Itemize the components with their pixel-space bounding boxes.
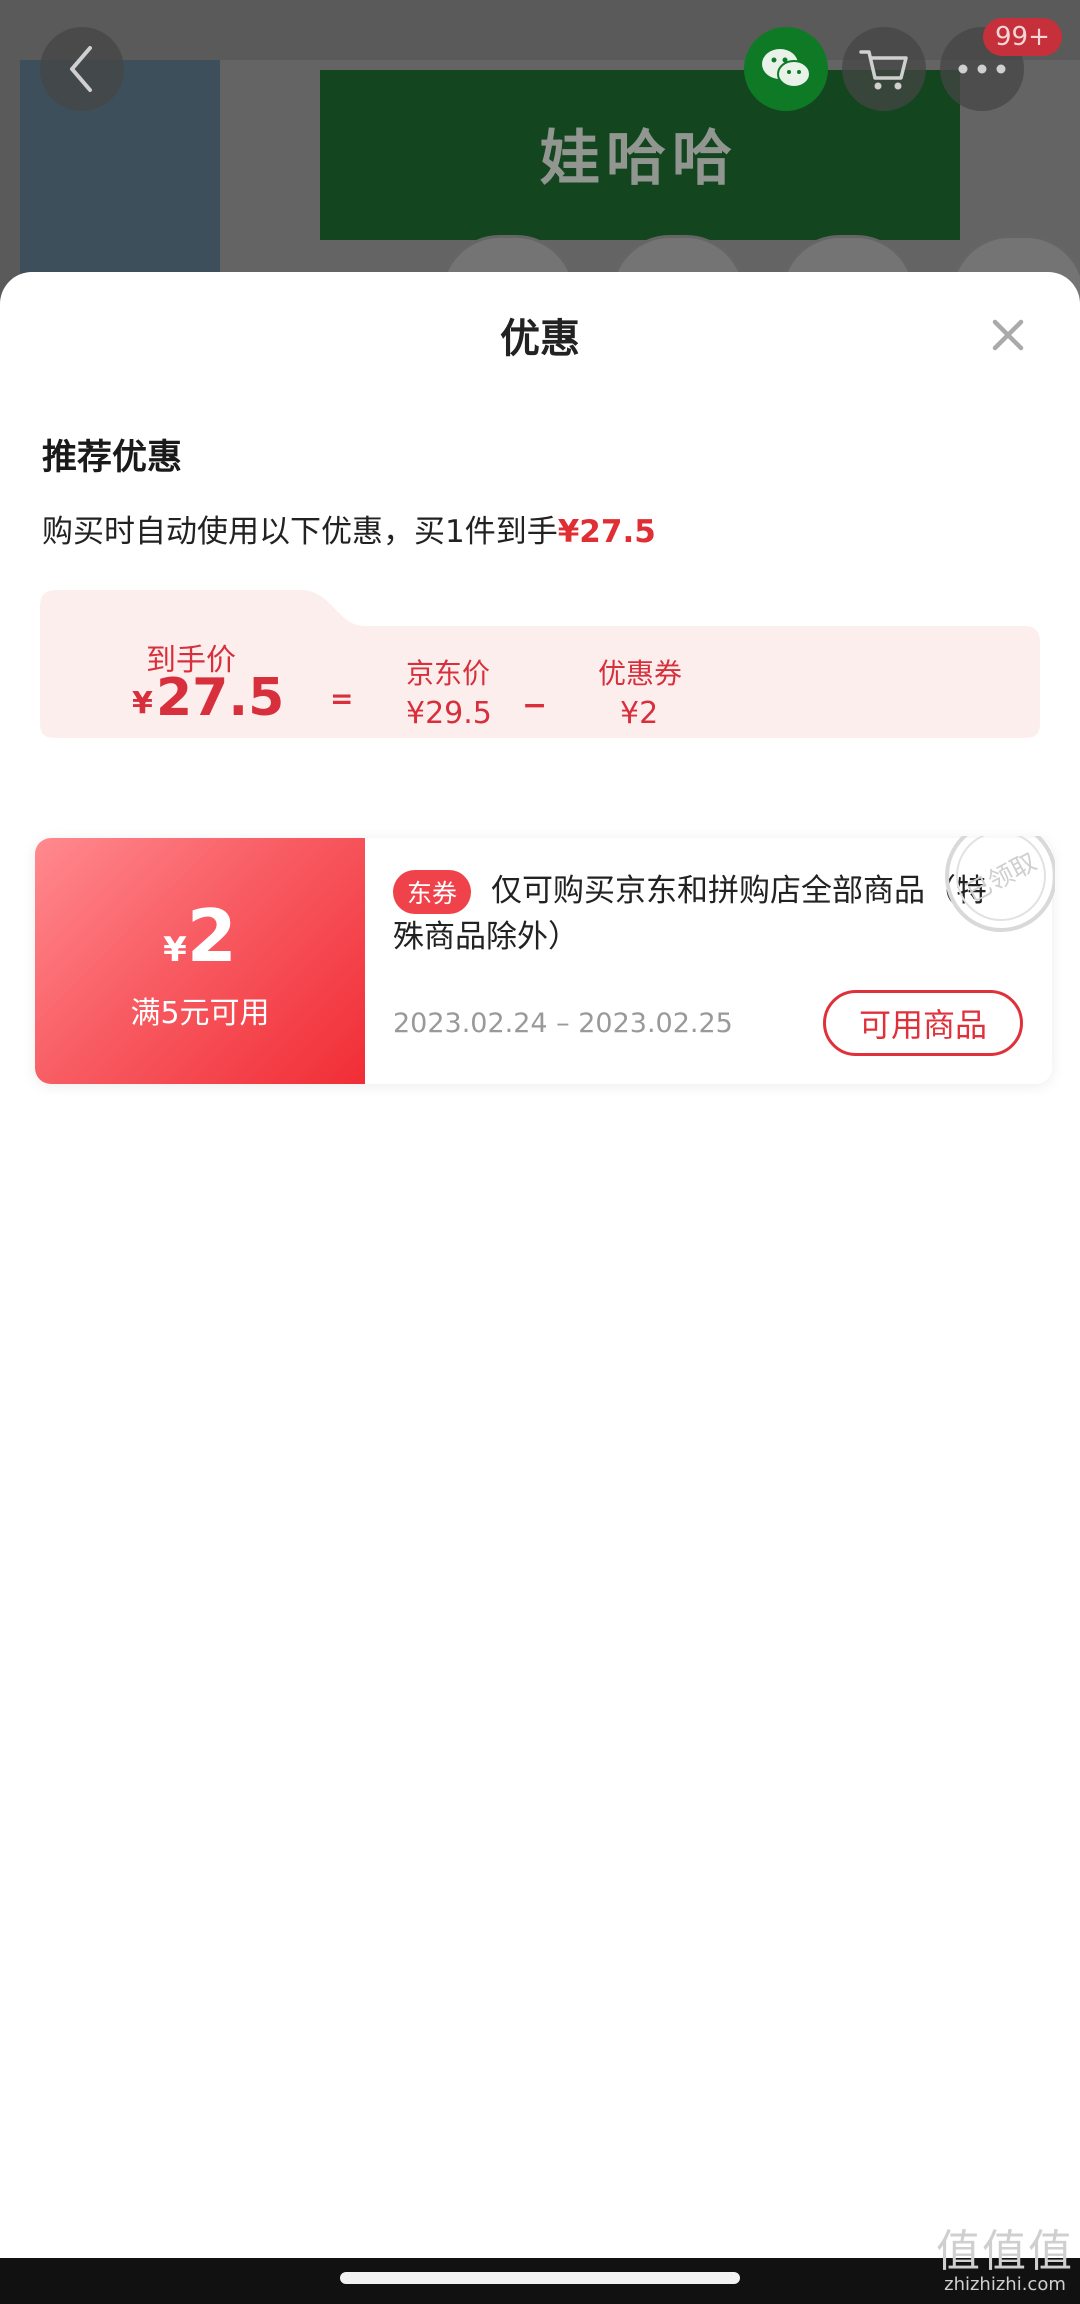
coupon-date-range: 2023.02.24 – 2023.02.25 bbox=[393, 1008, 733, 1039]
cart-button[interactable] bbox=[842, 27, 926, 111]
final-price-yen: ¥ bbox=[132, 686, 153, 721]
coupon-amount-value: 2 bbox=[186, 894, 237, 978]
recommend-desc-price: ¥27.5 bbox=[557, 514, 656, 550]
coupon-card[interactable]: ¥2 满5元可用 仅可购买京东和拼购店全部商品（特殊商品除外） 东券 2023.… bbox=[35, 836, 1055, 1084]
coupon-yen: ¥ bbox=[163, 930, 187, 970]
sheet-title: 优惠 bbox=[500, 316, 580, 362]
minus-sign: − bbox=[522, 688, 548, 723]
jd-price-value: ¥29.5 bbox=[406, 696, 492, 731]
claimed-stamp: 已领取 bbox=[943, 836, 1055, 936]
coupon-amount: ¥2 bbox=[35, 894, 365, 978]
wechat-icon bbox=[762, 49, 811, 88]
watermark-glyphs: 值值值 bbox=[936, 2226, 1074, 2277]
back-button[interactable] bbox=[40, 27, 124, 111]
recommend-title: 推荐优惠 bbox=[42, 438, 183, 478]
cart-icon bbox=[859, 50, 908, 90]
recommend-desc-text: 购买时自动使用以下优惠，买1件到手 bbox=[42, 514, 558, 550]
price-breakdown-card: 到手价 ¥ 27.5 = 京东价 ¥29.5 − 优惠券 ¥2 bbox=[40, 590, 1040, 738]
watermark-site: zhizhizhi.com bbox=[944, 2274, 1066, 2295]
site-watermark: 值值值 zhizhizhi.com bbox=[930, 2230, 1080, 2304]
equals-sign: = bbox=[330, 682, 354, 715]
recommend-description: 购买时自动使用以下优惠，买1件到手¥27.5 bbox=[42, 506, 656, 551]
coupon-price-label: 优惠券 bbox=[598, 657, 683, 690]
jd-price-label: 京东价 bbox=[406, 657, 491, 690]
close-button[interactable] bbox=[985, 312, 1031, 358]
coupon-price-value: ¥2 bbox=[620, 696, 659, 731]
home-indicator[interactable] bbox=[340, 2272, 740, 2284]
coupon-description: 仅可购买京东和拼购店全部商品（特殊商品除外） bbox=[393, 873, 987, 955]
promotion-sheet: 优惠 推荐优惠 购买时自动使用以下优惠，买1件到手¥27.5 到手价 ¥ 27.… bbox=[0, 272, 1080, 2258]
coupon-condition: 满5元可用 bbox=[130, 996, 270, 1031]
wechat-share-button[interactable] bbox=[744, 27, 828, 111]
final-price-value: 27.5 bbox=[156, 668, 285, 728]
notification-badge: 99+ bbox=[983, 18, 1062, 56]
close-icon bbox=[992, 319, 1024, 351]
chevron-left-icon bbox=[70, 46, 92, 92]
applicable-products-button[interactable]: 可用商品 bbox=[823, 990, 1023, 1056]
coupon-type-tag: 东券 bbox=[393, 870, 472, 914]
more-dots-icon bbox=[958, 64, 1006, 74]
coupon-amount-panel: ¥2 满5元可用 bbox=[35, 838, 365, 1084]
